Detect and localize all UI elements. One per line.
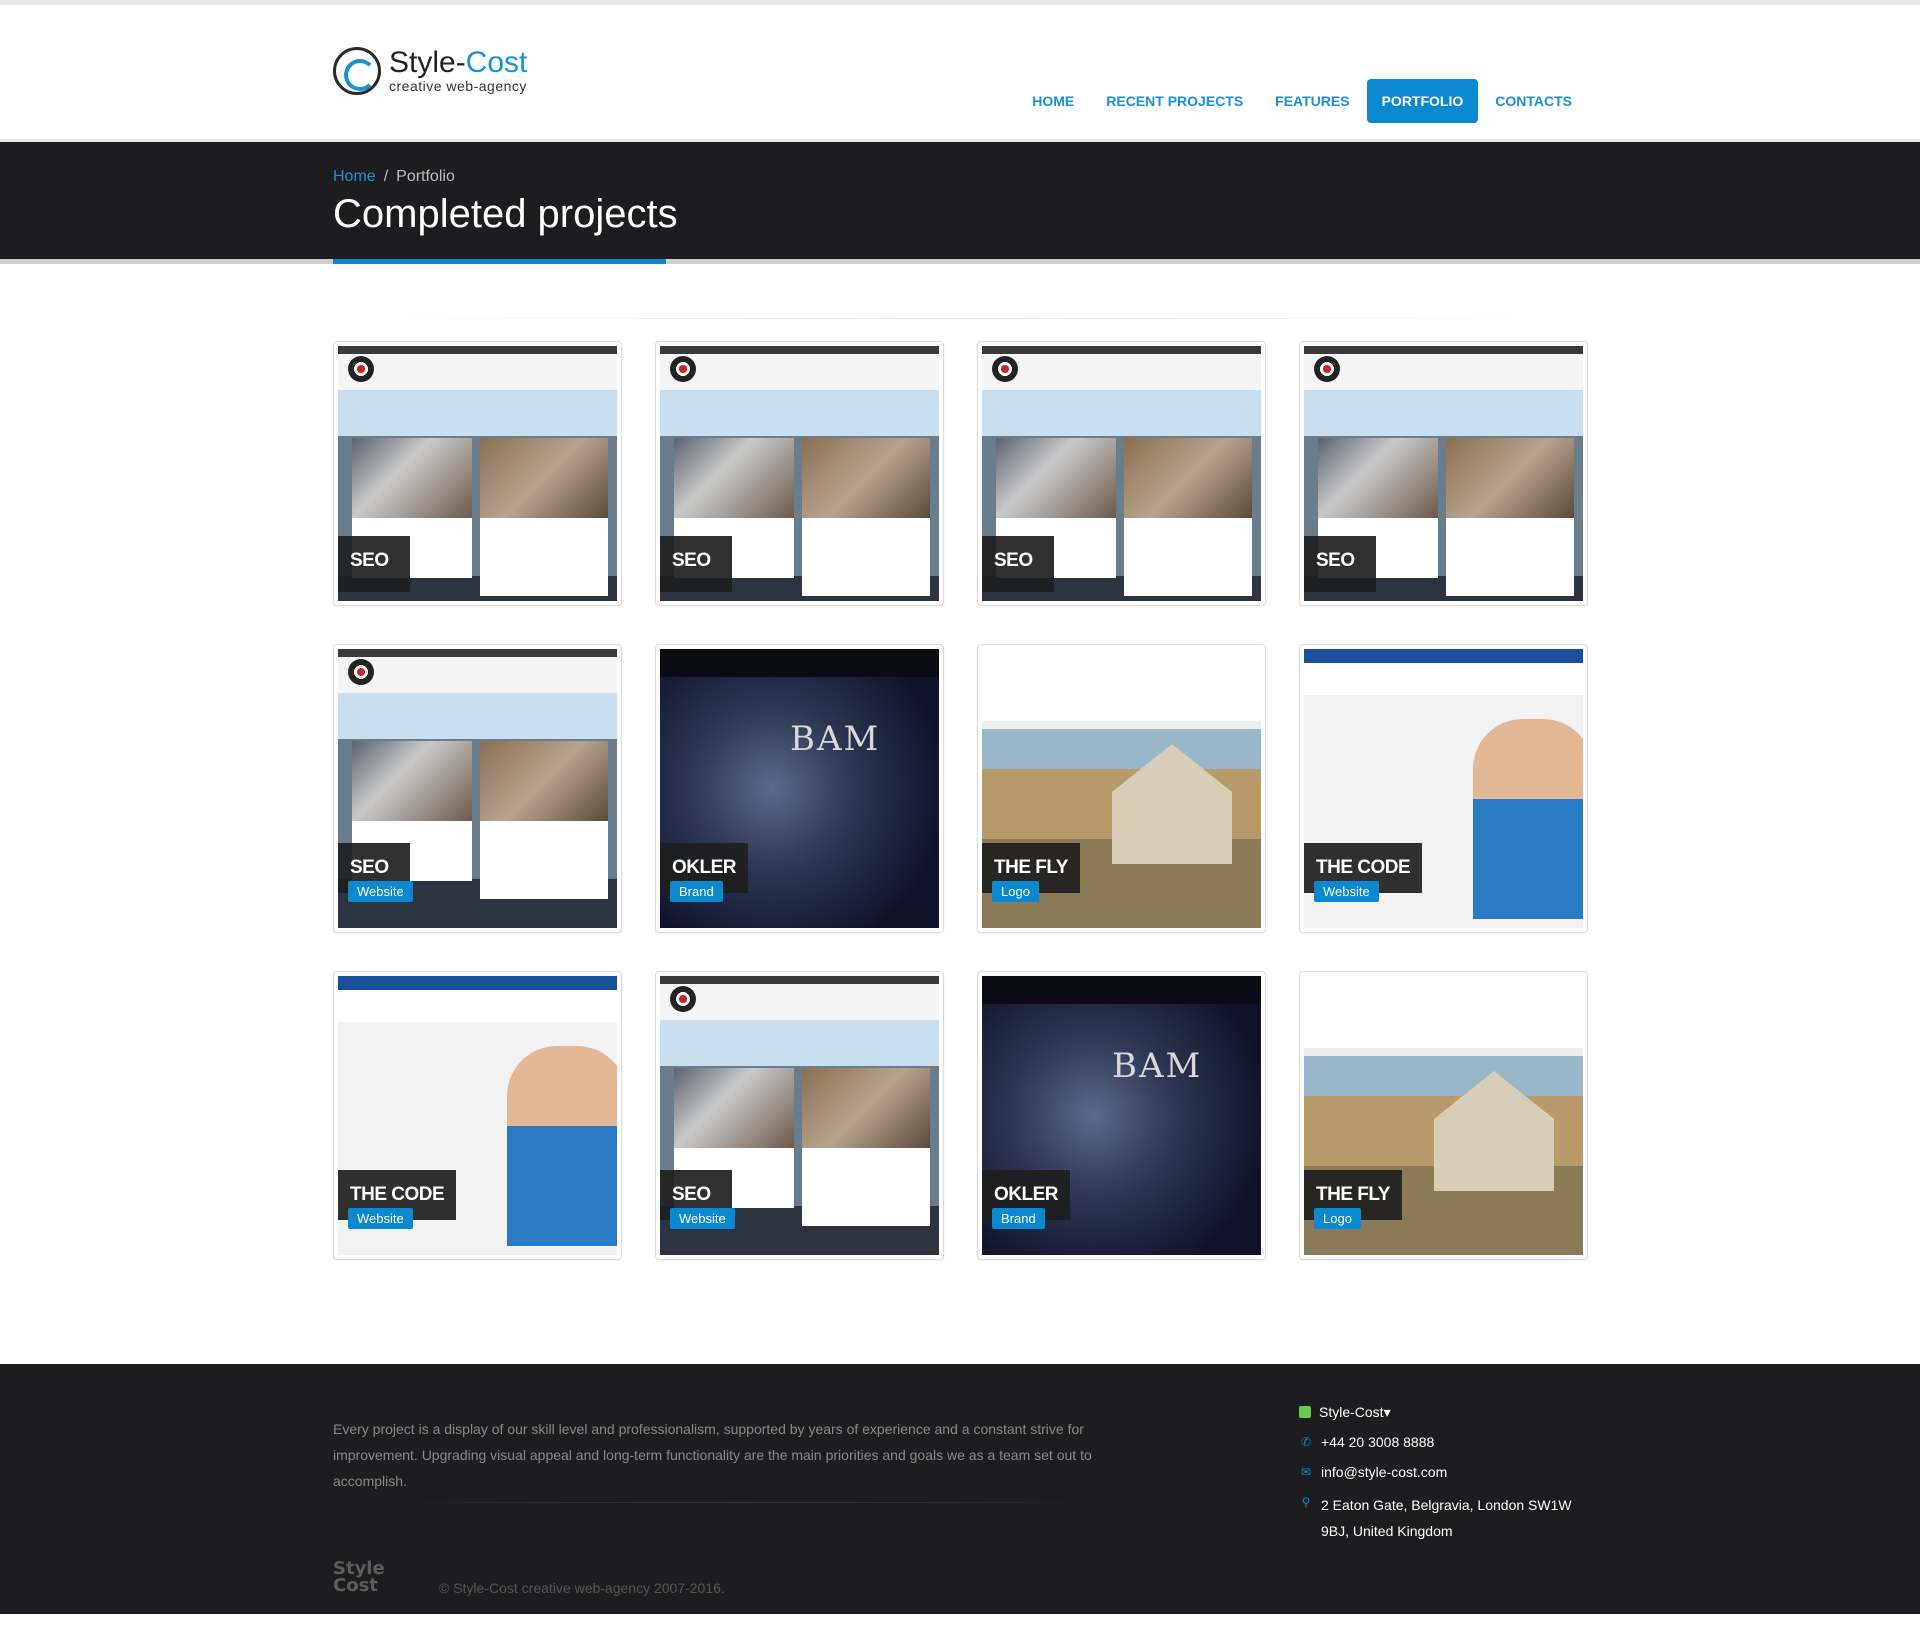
nav-features[interactable]: FEATURES — [1260, 79, 1364, 123]
project-name: SEO — [982, 536, 1054, 592]
footer-contacts: Style-Cost▾ ✆ +44 20 3008 8888 ✉ info@styl… — [1299, 1402, 1596, 1554]
portfolio-item[interactable]: THE FLY Logo — [1299, 971, 1588, 1260]
phone-icon: ✆ — [1300, 1435, 1312, 1449]
footer-divider — [373, 1502, 1113, 1503]
map-marker-icon: ⚲ — [1301, 1495, 1311, 1509]
site-logo[interactable]: Style-Cost creative web-agency — [333, 47, 527, 95]
title-underline — [333, 259, 666, 264]
project-tag[interactable]: Website — [348, 1208, 413, 1229]
logo-name: Style-Cost — [389, 46, 528, 79]
portfolio-item[interactable]: OKLERBrand — [977, 971, 1266, 1260]
portfolio-item[interactable]: SEO — [333, 341, 622, 606]
main-nav: HOME RECENT PROJECTS FEATURES PORTFOLIO … — [1015, 79, 1587, 123]
project-name: SEO — [660, 536, 732, 592]
page-header: Home / Portfolio Completed projects — [0, 142, 1920, 264]
page-title: Completed projects — [333, 192, 678, 236]
portfolio-item[interactable]: SEO Website — [333, 644, 622, 933]
portfolio-item[interactable]: SEO — [655, 341, 944, 606]
envelope-icon: ✉ — [1300, 1465, 1312, 1479]
breadcrumb-current: Portfolio — [396, 168, 455, 185]
footer-address: 2 Eaton Gate, Belgravia, London SW1W 9BJ… — [1321, 1497, 1572, 1539]
copyright: © Style-Cost creative web-agency 2007-20… — [439, 1580, 725, 1596]
logo-tagline: creative web-agency — [389, 78, 527, 94]
breadcrumb-home[interactable]: Home — [333, 168, 376, 185]
project-tag[interactable]: Website — [348, 881, 413, 902]
site-footer: Every project is a display of our skill … — [0, 1364, 1920, 1614]
footer-phone[interactable]: +44 20 3008 8888 — [1321, 1432, 1434, 1452]
portfolio-item[interactable]: THE CODE Website — [1299, 644, 1588, 933]
portfolio-item[interactable]: THE CODE Website — [333, 971, 622, 1260]
brand-leaf-icon — [1299, 1406, 1311, 1418]
portfolio-item[interactable]: THE FLY Logo — [977, 644, 1266, 933]
breadcrumb: Home / Portfolio — [333, 168, 455, 185]
footer-logo[interactable]: Style Cost — [333, 1560, 385, 1595]
portfolio-item[interactable]: SEO — [1299, 341, 1588, 606]
project-name: SEO — [1304, 536, 1376, 592]
logo-icon — [333, 47, 381, 95]
nav-home[interactable]: HOME — [1017, 79, 1089, 123]
footer-about-text: Every project is a display of our skill … — [333, 1421, 1092, 1489]
nav-portfolio[interactable]: PORTFOLIO — [1366, 79, 1479, 123]
portfolio-item[interactable]: OKLERBrand — [655, 644, 944, 933]
nav-recent-projects[interactable]: RECENT PROJECTS — [1091, 79, 1258, 123]
portfolio-item[interactable]: SEO Website — [655, 971, 944, 1260]
site-header: Style-Cost creative web-agency HOME RECE… — [0, 5, 1920, 142]
project-name: SEO — [338, 536, 410, 592]
portfolio-grid: SEO SEO SEO SEO SEOWebsite OKLERBrand TH… — [333, 319, 1588, 1260]
project-tag[interactable]: Logo — [992, 881, 1039, 902]
project-tag[interactable]: Website — [1314, 881, 1379, 902]
project-tag[interactable]: Brand — [992, 1208, 1045, 1229]
project-tag[interactable]: Website — [670, 1208, 735, 1229]
portfolio-item[interactable]: SEO — [977, 341, 1266, 606]
footer-email[interactable]: info@style-cost.com — [1321, 1462, 1447, 1482]
project-tag[interactable]: Brand — [670, 881, 723, 902]
project-tag[interactable]: Logo — [1314, 1208, 1361, 1229]
footer-brand-link[interactable]: Style-Cost▾ — [1319, 1402, 1391, 1422]
nav-contacts[interactable]: CONTACTS — [1480, 79, 1587, 123]
